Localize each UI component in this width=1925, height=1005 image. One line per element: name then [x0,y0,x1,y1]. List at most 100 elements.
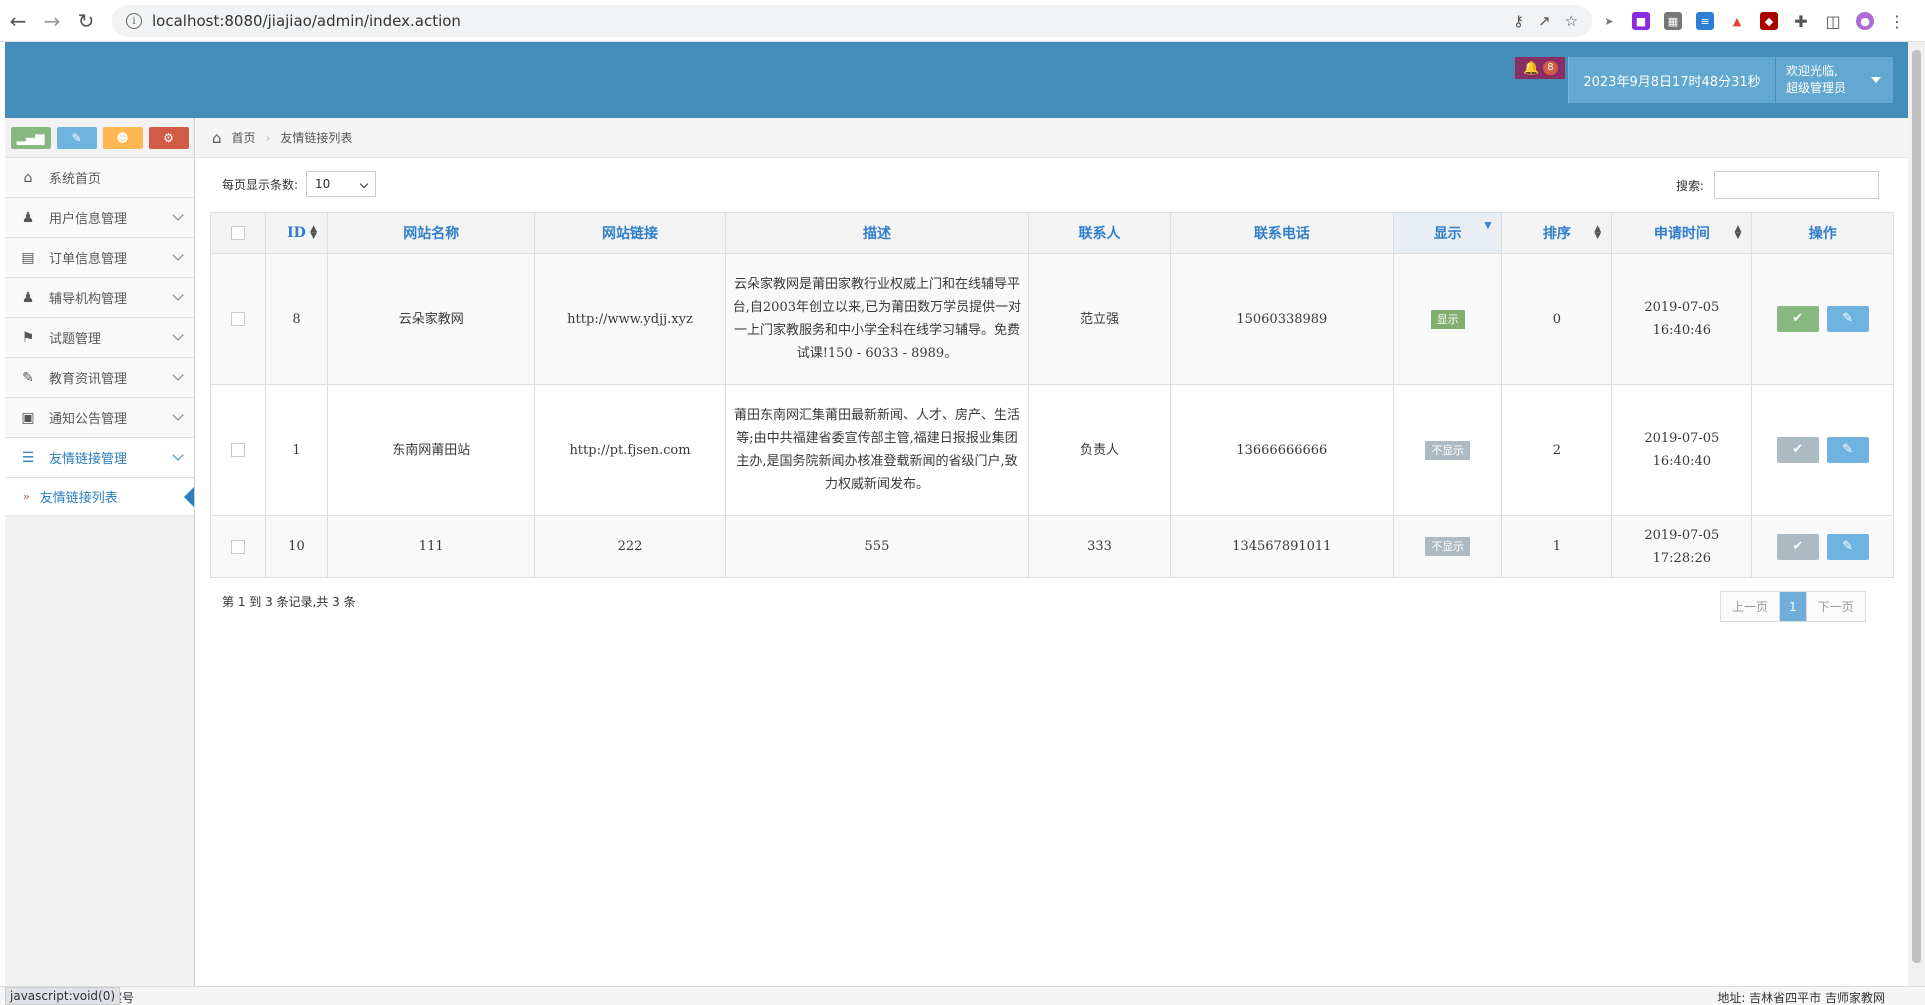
vertical-scrollbar[interactable] [1908,42,1925,986]
edit-button[interactable]: ✎ [1826,437,1869,463]
sidebar: ▂▄▆ ✎ ☻ ⚙ ⌂ 系统首页 ♟ 用户信息管理 ▤ 订单信息管理 ♟ 辅导机… [5,118,195,986]
key-icon[interactable]: ⚷ [1513,12,1524,30]
chevron-down-icon [172,289,184,301]
row-checkbox[interactable] [230,312,245,326]
row-select-cell[interactable] [210,515,266,578]
column-header-id[interactable]: ID ▲ ▼ [264,212,329,254]
extension-grid-icon[interactable]: ▦ [1664,12,1682,30]
sidebar-item-users[interactable]: ♟ 用户信息管理 [5,198,194,238]
extension-cursor-icon[interactable]: ➤ [1600,12,1618,30]
breadcrumb-home-link[interactable]: 首页 [232,129,256,146]
sidebar-item-orders[interactable]: ▤ 订单信息管理 [5,238,194,278]
cell-display: 显示 [1392,253,1503,385]
sidebar-item-news[interactable]: ✎ 教育资讯管理 [5,358,194,398]
cell-phone: 15060338989 [1169,253,1394,385]
sidebar-item-home[interactable]: ⌂ 系统首页 [5,158,194,198]
cell-site-url: http://www.ydjj.xyz [534,253,726,385]
table-header-row: ID ▲ ▼ 网站名称 网站链接 描述 联系人 联系电话 显示 ▼ 排序 ▲ ▼ 申请时间… [210,212,1894,254]
cell-phone: 134567891011 [1169,515,1394,578]
browser-menu-icon[interactable]: ⋮ [1888,12,1906,31]
column-header-apply-time[interactable]: 申请时间 ▲ ▼ [1611,212,1753,254]
select-all-checkbox[interactable] [230,226,245,240]
page-1-button[interactable]: 1 [1780,592,1807,621]
row-checkbox[interactable] [230,539,245,554]
sidebar-item-links[interactable]: ☰ 友情链接管理 [5,438,194,478]
sidepanel-icon[interactable]: ◫ [1824,12,1842,31]
cell-actions: ✔ ✎ [1751,384,1894,516]
home-icon: ⌂ [23,169,33,186]
cell-actions: ✔ ✎ [1751,253,1894,385]
extension-purple-icon[interactable]: ■ [1632,12,1650,30]
sidebar-item-label: 通知公告管理 [49,412,128,427]
shortcut-chart-button[interactable]: ▂▄▆ [10,126,51,149]
check-icon: ✔ [1792,311,1804,326]
shortcut-settings-button[interactable]: ⚙ [148,126,189,149]
search-input[interactable] [1714,171,1880,199]
footer-address: 地址: 吉林省四平市 吉师家教网 [1717,991,1885,1005]
column-header-order[interactable]: 排序 ▲ ▼ [1501,212,1613,254]
profile-avatar-icon[interactable]: ● [1856,12,1874,30]
chevron-down-icon [172,249,184,261]
cell-site-url: http://pt.fjsen.com [534,384,726,516]
edit-button[interactable]: ✎ [1826,306,1869,332]
cell-description: 莆田东南网汇集莆田最新新闻、人才、房产、生活等;由中共福建省委宣传部主管,福建日… [724,384,1030,516]
cell-order: 0 [1501,253,1613,385]
footer: 案号 地址: 吉林省四平市 吉师家教网 javascript:void(0) [0,986,1925,1005]
edit-button[interactable]: ✎ [1826,533,1869,560]
extensions-puzzle-icon[interactable]: ✚ [1792,12,1810,31]
approve-button[interactable]: ✔ [1776,437,1819,463]
extension-layers-icon[interactable]: ≡ [1696,12,1714,30]
chevron-down-icon [172,449,184,461]
status-badge: 不显示 [1425,537,1471,556]
prev-page-button[interactable]: 上一页 [1721,592,1781,621]
status-link-tooltip: javascript:void(0) [5,987,121,1005]
shortcut-edit-button[interactable]: ✎ [56,126,97,149]
row-select-cell[interactable] [210,384,266,516]
back-icon[interactable]: ← [2,5,34,37]
page-size-select[interactable]: 10 [306,171,377,197]
sort-icon: ▲ ▼ [1734,224,1742,241]
cell-site-url: 222 [534,515,726,578]
page-size-value: 10 [315,177,331,191]
star-icon[interactable]: ☆ [1565,12,1578,30]
site-info-icon[interactable]: i [126,13,142,29]
breadcrumb-current: 友情链接列表 [280,131,353,145]
cell-apply-time: 2019-07-05 17:28:26 [1611,515,1753,578]
table-row: 10 111 222 555 333 134567891011 不显示 1 20… [210,515,1894,578]
caret-down-icon [1871,77,1881,83]
user-menu[interactable]: 欢迎光临, 超级管理员 [1776,57,1893,103]
share-icon[interactable]: ↗ [1538,12,1551,30]
forward-icon[interactable]: → [36,5,68,37]
cell-description: 555 [724,515,1030,578]
column-header-phone: 联系电话 [1169,212,1394,254]
search-control: 搜索: [1676,171,1880,199]
list-icon: ☰ [21,449,35,466]
group-icon: ☻ [116,130,129,145]
sidebar-subitem-link-list[interactable]: » 友情链接列表 [5,478,194,516]
check-icon: ✔ [1792,538,1804,554]
row-checkbox[interactable] [230,443,245,457]
reload-icon[interactable]: ↻ [70,5,102,37]
approve-button[interactable]: ✔ [1776,306,1819,332]
chevron-down-icon [172,369,184,381]
approve-button[interactable]: ✔ [1776,533,1819,560]
scrollbar-thumb[interactable] [1912,50,1921,963]
column-header-display[interactable]: 显示 ▼ [1392,212,1503,254]
sidebar-item-institutions[interactable]: ♟ 辅导机构管理 [5,278,194,318]
cell-contact: 333 [1028,515,1171,578]
breadcrumb-separator-icon: › [265,130,271,145]
address-bar[interactable]: i localhost:8080/jiajiao/admin/index.act… [112,5,1592,37]
cogs-icon: ⚙ [163,130,174,145]
cell-apply-time: 2019-07-05 16:40:46 [1611,253,1753,385]
sidebar-item-questions[interactable]: ⚑ 试题管理 [5,318,194,358]
extension-red-icon[interactable]: ▲ [1728,12,1746,30]
search-label: 搜索: [1676,178,1705,193]
page-size-label: 每页显示条数: [222,177,299,192]
row-select-cell[interactable] [210,253,266,385]
shortcut-users-button[interactable]: ☻ [102,126,143,149]
extension-shield-icon[interactable]: ◆ [1760,12,1778,30]
notification-button[interactable]: 🔔 8 [1515,57,1565,79]
sidebar-item-notices[interactable]: ▣ 通知公告管理 [5,398,194,438]
select-all-header[interactable] [210,212,266,254]
next-page-button[interactable]: 下一页 [1806,592,1865,621]
